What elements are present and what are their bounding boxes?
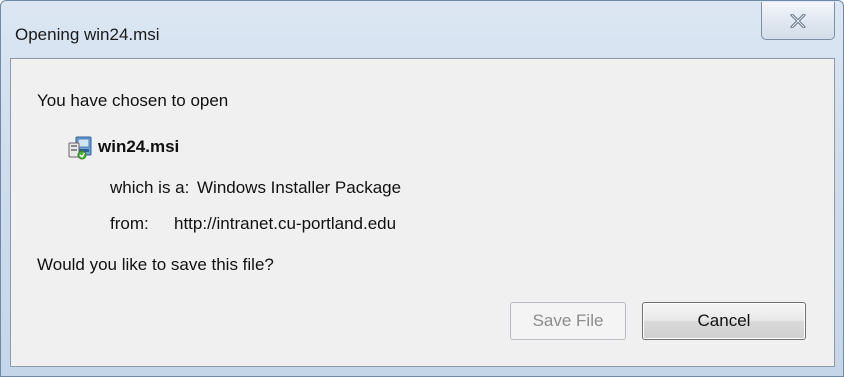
close-button[interactable] [761, 2, 835, 40]
title-bar[interactable]: Opening win24.msi [1, 1, 843, 45]
chosen-to-open-text: You have chosen to open [37, 91, 229, 110]
download-dialog-window: Opening win24.msi You have chosen to ope… [0, 0, 844, 377]
save-file-button[interactable]: Save File [510, 302, 626, 340]
msi-installer-icon [68, 136, 92, 160]
source-label: from: [110, 214, 149, 233]
file-type-value: Windows Installer Package [197, 178, 402, 197]
cancel-button[interactable]: Cancel [642, 302, 806, 340]
file-type-label: which is a: [110, 178, 190, 197]
save-question: Would you like to save this file? [37, 255, 274, 274]
window-title: Opening win24.msi [15, 25, 160, 44]
dialog-content: You have chosen to open win24.msi which … [10, 58, 835, 367]
file-name: win24.msi [98, 137, 180, 156]
close-icon [790, 13, 806, 28]
source-url: http://intranet.cu-portland.edu [174, 214, 397, 233]
